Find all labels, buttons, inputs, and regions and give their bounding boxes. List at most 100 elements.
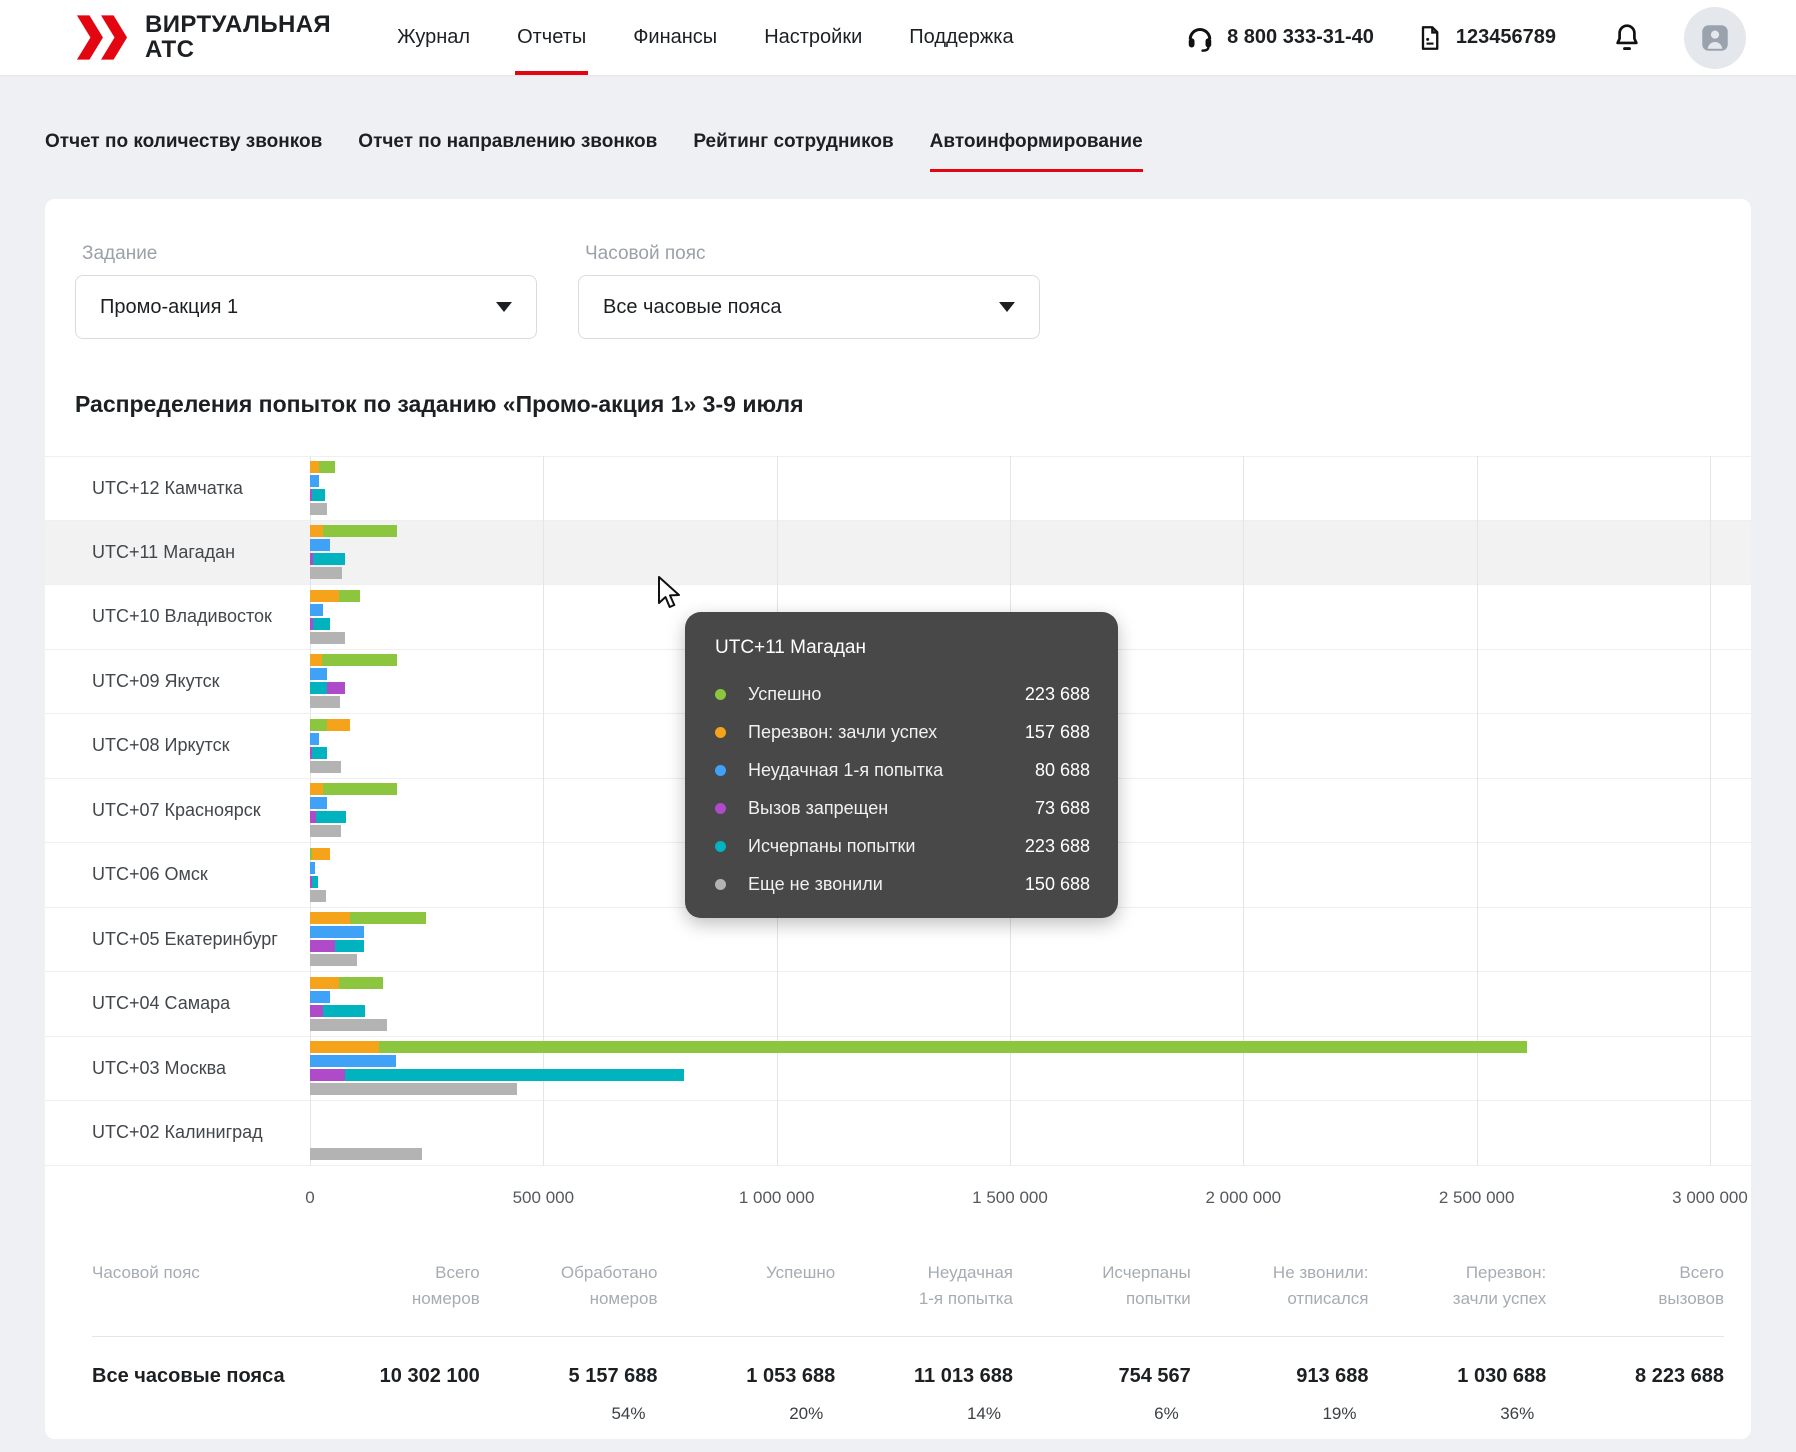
tooltip-item-label: Вызов запрещен xyxy=(748,798,1035,819)
tab-call-direction-report[interactable]: Отчет по направлению звонков xyxy=(358,131,657,172)
nav-item-journal[interactable]: Журнал xyxy=(397,0,470,75)
bar-line xyxy=(310,1041,1527,1053)
chart-row-label: UTC+11 Магадан xyxy=(45,542,310,563)
bar-segment-orange xyxy=(310,525,323,537)
headset-icon xyxy=(1185,23,1215,53)
bar-segment-green xyxy=(339,590,360,602)
bar-line xyxy=(310,848,330,860)
support-phone[interactable]: 8 800 333-31-40 xyxy=(1185,23,1374,53)
timezone-select[interactable]: Все часовые пояса xyxy=(578,275,1040,339)
tooltip-item-value: 73 688 xyxy=(1035,798,1090,819)
table-cell-value: 11 013 688 xyxy=(835,1365,1013,1388)
legend-dot-orange xyxy=(715,727,726,738)
table-cell-percent: 14% xyxy=(835,1404,1013,1424)
axis-tick-label: 2 500 000 xyxy=(1439,1188,1515,1208)
bar-line xyxy=(310,1106,422,1118)
chart-row-label: UTC+04 Самара xyxy=(45,993,310,1014)
tooltip-items: Успешно223 688Перезвон: зачли успех157 6… xyxy=(715,675,1090,903)
table-header-cell: Всего номеров xyxy=(302,1260,480,1312)
chart-row-label: UTC+12 Камчатка xyxy=(45,478,310,499)
chart-row-label: UTC+03 Москва xyxy=(45,1058,310,1079)
bar-segment-purple xyxy=(327,682,345,694)
logo-icon xyxy=(75,15,129,60)
tab-employee-rating[interactable]: Рейтинг сотрудников xyxy=(693,131,893,172)
bar-line xyxy=(310,525,397,537)
chart-x-axis: 0500 0001 000 0001 500 0002 000 0002 500… xyxy=(310,1166,1710,1216)
bar-group xyxy=(310,717,350,775)
bar-line xyxy=(310,1134,422,1146)
bar-group xyxy=(310,588,360,646)
table-cell-percent: 36% xyxy=(1369,1404,1547,1424)
chart-row-bars[interactable] xyxy=(310,1101,1710,1165)
chart-row-bars[interactable] xyxy=(310,457,1710,520)
bar-group xyxy=(310,781,397,839)
user-avatar[interactable] xyxy=(1684,7,1746,69)
bar-segment-teal xyxy=(313,553,345,565)
table-row-label: Все часовые пояса xyxy=(92,1365,302,1388)
task-filter: Задание Промо-акция 1 xyxy=(75,243,537,339)
chart-row-bars[interactable] xyxy=(310,521,1710,585)
legend-dot-gray xyxy=(715,879,726,890)
bar-segment-blue xyxy=(310,926,364,938)
chevron-down-icon xyxy=(999,302,1015,312)
chart-row-label: UTC+02 Калиниград xyxy=(45,1122,310,1143)
chart-row: UTC+11 Магадан xyxy=(45,521,1751,586)
nav-item-settings[interactable]: Настройки xyxy=(764,0,862,75)
bar-line xyxy=(310,1055,1527,1067)
task-select[interactable]: Промо-акция 1 xyxy=(75,275,537,339)
tooltip-title: UTC+11 Магадан xyxy=(715,637,1090,659)
report-tabs: Отчет по количеству звонков Отчет по нап… xyxy=(0,131,1796,172)
nav-item-support[interactable]: Поддержка xyxy=(909,0,1013,75)
axis-tick-label: 3 000 000 xyxy=(1672,1188,1748,1208)
bar-line xyxy=(310,912,426,924)
bar-segment-gray xyxy=(310,503,327,515)
tab-call-count-report[interactable]: Отчет по количеству звонков xyxy=(45,131,322,172)
chart-row-label: UTC+06 Омск xyxy=(45,864,310,885)
summary-table-header: Часовой поясВсего номеровОбработано номе… xyxy=(92,1260,1724,1312)
task-select-value: Промо-акция 1 xyxy=(100,296,496,319)
bar-segment-orange xyxy=(312,848,330,860)
bar-segment-purple xyxy=(310,940,335,952)
bar-segment-teal xyxy=(345,1069,684,1081)
bar-group xyxy=(310,652,397,710)
bar-segment-green xyxy=(323,525,397,537)
axis-tick-label: 1 000 000 xyxy=(739,1188,815,1208)
summary-table-row: Все часовые пояса10 302 1005 157 6881 05… xyxy=(92,1337,1724,1388)
bar-line xyxy=(310,811,397,823)
table-cell-percent xyxy=(92,1404,302,1424)
chart-row-bars[interactable] xyxy=(310,1037,1710,1101)
table-header-cell: Всего вызовов xyxy=(1546,1260,1724,1312)
bar-line xyxy=(310,618,360,630)
bar-segment-blue xyxy=(310,733,319,745)
bar-segment-gray xyxy=(310,632,345,644)
bar-line xyxy=(310,862,330,874)
axis-tick-label: 1 500 000 xyxy=(972,1188,1048,1208)
tooltip-item-label: Исчерпаны попытки xyxy=(748,836,1025,857)
chart-tooltip: UTC+11 Магадан Успешно223 688Перезвон: з… xyxy=(685,612,1118,918)
bar-line xyxy=(310,876,330,888)
table-cell-value: 913 688 xyxy=(1191,1365,1369,1388)
bar-segment-blue xyxy=(310,991,330,1003)
nav-item-finance[interactable]: Финансы xyxy=(633,0,717,75)
tab-autoinforming[interactable]: Автоинформирование xyxy=(930,131,1143,172)
account-number[interactable]: 123456789 xyxy=(1416,24,1556,52)
logo[interactable]: ВИРТУАЛЬНАЯ АТС xyxy=(75,13,331,62)
bar-segment-orange xyxy=(310,461,319,473)
bar-segment-green xyxy=(379,1041,1527,1053)
table-cell-percent: 54% xyxy=(480,1404,658,1424)
bar-group xyxy=(310,1039,1527,1097)
bar-group xyxy=(310,910,426,968)
bar-line xyxy=(310,1069,1527,1081)
chart-row-bars[interactable] xyxy=(310,972,1710,1036)
notifications-button[interactable] xyxy=(1612,22,1642,54)
axis-tick-label: 0 xyxy=(305,1188,314,1208)
chart-row: UTC+12 Камчатка xyxy=(45,456,1751,521)
bar-line xyxy=(310,747,350,759)
nav-item-reports[interactable]: Отчеты xyxy=(517,0,586,75)
bar-segment-green xyxy=(350,912,426,924)
bar-line xyxy=(310,926,426,938)
timezone-filter: Часовой пояс Все часовые пояса xyxy=(578,243,1040,339)
bar-segment-gray xyxy=(310,567,342,579)
summary-table: Часовой поясВсего номеровОбработано номе… xyxy=(45,1260,1751,1424)
bar-line xyxy=(310,797,397,809)
